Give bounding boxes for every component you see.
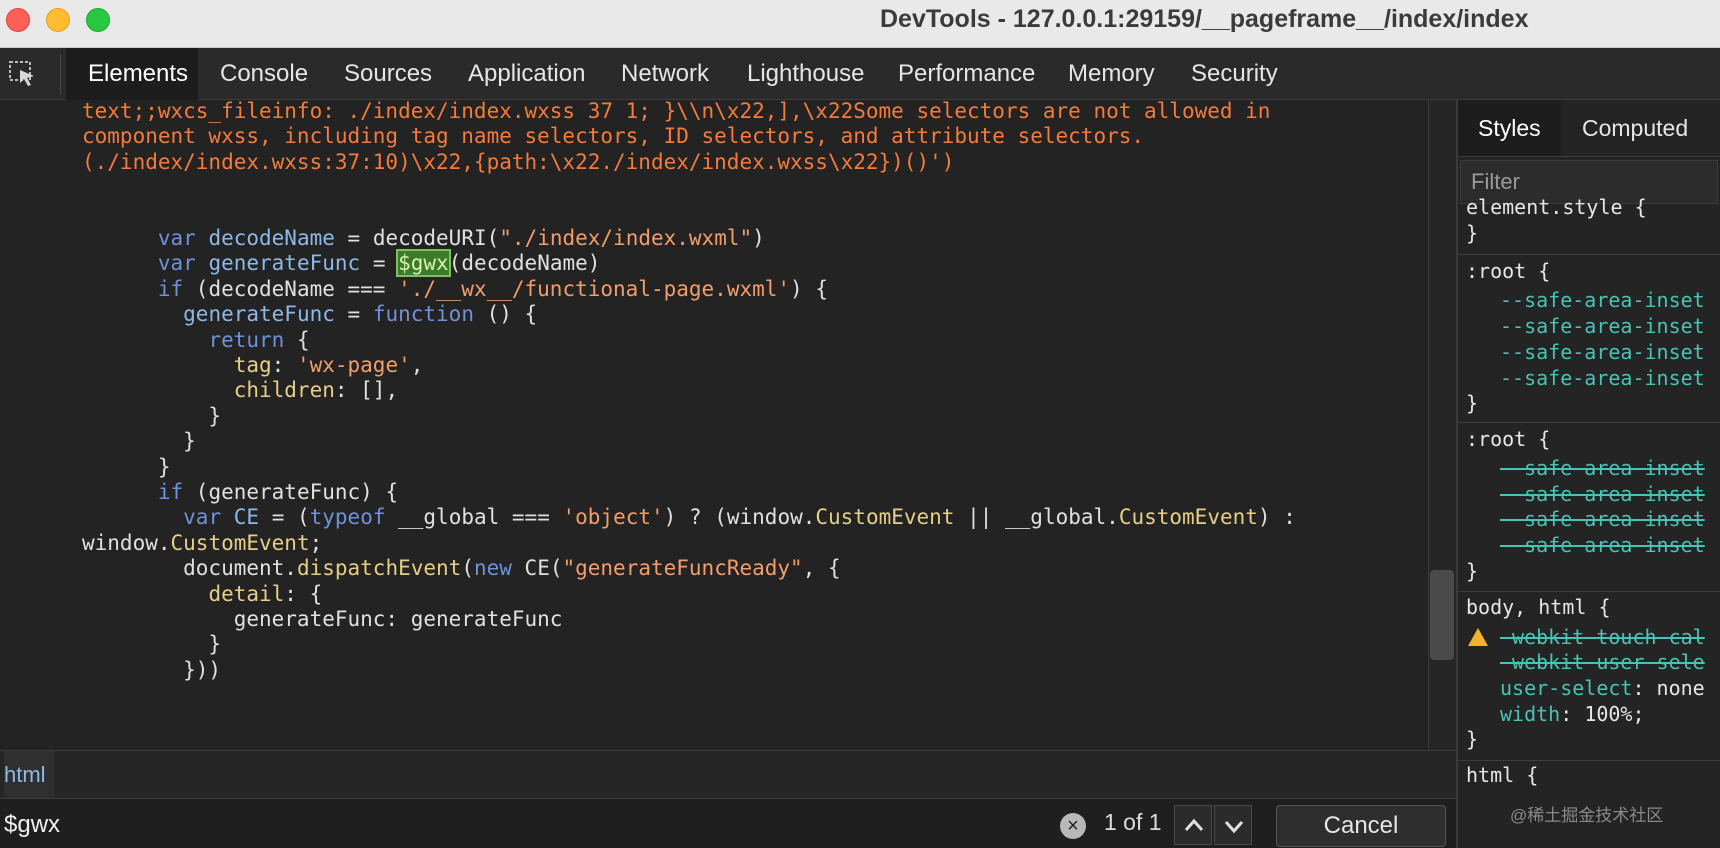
tab-lighthouse[interactable]: Lighthouse (747, 48, 864, 100)
code-line[interactable]: } (82, 630, 221, 658)
search-bar: × 1 of 1 Cancel (0, 798, 1456, 848)
code-line[interactable]: } (82, 453, 171, 481)
css-value: none (1656, 676, 1705, 700)
rule-selector-element-style[interactable]: element.style { (1466, 194, 1647, 220)
code-line[interactable]: document.dispatchEvent(new CE("generateF… (82, 554, 841, 582)
css-declaration[interactable]: user-select: none (1500, 675, 1705, 701)
devtools-tabbar: Elements Console Sources Application Net… (0, 48, 1720, 100)
window-titlebar: DevTools - 127.0.0.1:29159/__pageframe__… (0, 0, 1720, 48)
previous-match-button[interactable] (1174, 805, 1212, 845)
css-property[interactable]: --safe-area-inset (1500, 287, 1705, 313)
css-property-overridden[interactable]: --safe-area-inset (1500, 481, 1705, 507)
css-property-overridden[interactable]: --safe-area-inset (1500, 455, 1705, 481)
clear-search-icon[interactable]: × (1060, 813, 1086, 839)
search-match-highlight: $gwx (396, 249, 451, 278)
rule-selector-body-html[interactable]: body, html { (1466, 594, 1611, 620)
code-line[interactable]: var decodeName = decodeURI("./index/inde… (82, 224, 765, 252)
tab-application[interactable]: Application (468, 48, 585, 100)
code-line[interactable]: text;;wxcs_fileinfo: ./index/index.wxss … (82, 100, 1270, 125)
rule-selector-root[interactable]: :root { (1466, 426, 1550, 452)
rule-close: } (1466, 391, 1479, 415)
code-line[interactable]: window.CustomEvent; (82, 529, 322, 557)
code-line[interactable]: children: [], (82, 376, 398, 404)
breadcrumb-item-html[interactable]: html (4, 751, 54, 799)
cancel-search-button[interactable]: Cancel (1276, 805, 1446, 847)
code-line[interactable]: generateFunc = function () { (82, 300, 537, 328)
next-match-button[interactable] (1214, 805, 1252, 845)
window-title: DevTools - 127.0.0.1:29159/__pageframe__… (880, 5, 1529, 33)
tab-performance[interactable]: Performance (898, 48, 1035, 100)
code-line[interactable]: if (decodeName === './__wx__/functional-… (82, 275, 828, 303)
close-window-button[interactable] (6, 8, 30, 32)
css-property-overridden[interactable]: --safe-area-inset (1500, 532, 1705, 558)
css-property-overridden[interactable]: --safe-area-inset (1500, 506, 1705, 532)
rule-separator (1458, 422, 1720, 423)
rule-close: } (1466, 727, 1479, 751)
source-code-view[interactable]: text;;wxcs_fileinfo: ./index/index.wxss … (0, 100, 1428, 750)
tab-network[interactable]: Network (621, 48, 709, 100)
inspect-element-icon[interactable] (8, 60, 38, 88)
code-line[interactable]: generateFunc: generateFunc (82, 605, 563, 633)
zoom-window-button[interactable] (86, 8, 110, 32)
minimize-window-button[interactable] (46, 8, 70, 32)
code-scrollbar-thumb[interactable] (1430, 570, 1454, 660)
rule-separator (1458, 254, 1720, 255)
code-line[interactable]: return { (82, 326, 309, 354)
rule-close: } (1466, 221, 1479, 245)
code-line[interactable]: detail: { (82, 580, 322, 608)
code-line[interactable]: if (generateFunc) { (82, 478, 398, 506)
styles-tabs-border (1458, 156, 1720, 157)
rule-separator (1458, 760, 1720, 761)
css-property[interactable]: --safe-area-inset (1500, 339, 1705, 365)
tab-sources[interactable]: Sources (344, 48, 432, 100)
tab-computed[interactable]: Computed (1582, 100, 1688, 156)
rule-separator (1458, 591, 1720, 592)
css-property-invalid[interactable]: -webkit-touch-cal (1500, 624, 1705, 650)
watermark: @稀土掘金技术社区 (1510, 806, 1664, 825)
tab-elements[interactable]: Elements (66, 48, 198, 100)
code-line[interactable]: } (82, 402, 221, 430)
css-declaration[interactable]: width: 100%; (1500, 701, 1645, 727)
code-line[interactable]: })) (82, 656, 221, 684)
css-property-invalid[interactable]: -webkit-user-sele (1500, 649, 1705, 675)
rule-selector-html[interactable]: html { (1466, 762, 1538, 788)
rule-close: } (1466, 559, 1479, 583)
css-property[interactable]: --safe-area-inset (1500, 313, 1705, 339)
tab-security[interactable]: Security (1191, 48, 1278, 100)
search-input[interactable] (4, 807, 804, 843)
code-line[interactable]: (./index/index.wxss:37:10)\x22,{path:\x2… (82, 148, 954, 176)
tab-styles[interactable]: Styles (1458, 100, 1561, 156)
css-property: width (1500, 702, 1561, 726)
chevron-down-icon (1224, 821, 1244, 834)
chevron-up-icon (1184, 818, 1204, 831)
css-property: user-select (1500, 676, 1633, 700)
css-value: 100%; (1584, 702, 1645, 726)
tab-console[interactable]: Console (220, 48, 308, 100)
tab-divider (60, 54, 61, 94)
code-line[interactable]: } (82, 427, 196, 455)
breadcrumb: html (0, 750, 1456, 799)
rule-selector-root[interactable]: :root { (1466, 258, 1550, 284)
tab-memory[interactable]: Memory (1068, 48, 1155, 100)
styles-panel: Styles Computed Filter element.style { }… (1458, 100, 1720, 848)
css-property[interactable]: --safe-area-inset (1500, 365, 1705, 391)
warning-icon[interactable] (1468, 628, 1488, 646)
code-line[interactable]: component wxss, including tag name selec… (82, 122, 1144, 150)
code-line[interactable]: var CE = (typeof __global === 'object') … (82, 503, 1296, 531)
code-line[interactable]: tag: 'wx-page', (82, 351, 424, 379)
match-count: 1 of 1 (1104, 809, 1162, 835)
code-line[interactable]: var generateFunc = $gwx(decodeName) (82, 249, 600, 278)
